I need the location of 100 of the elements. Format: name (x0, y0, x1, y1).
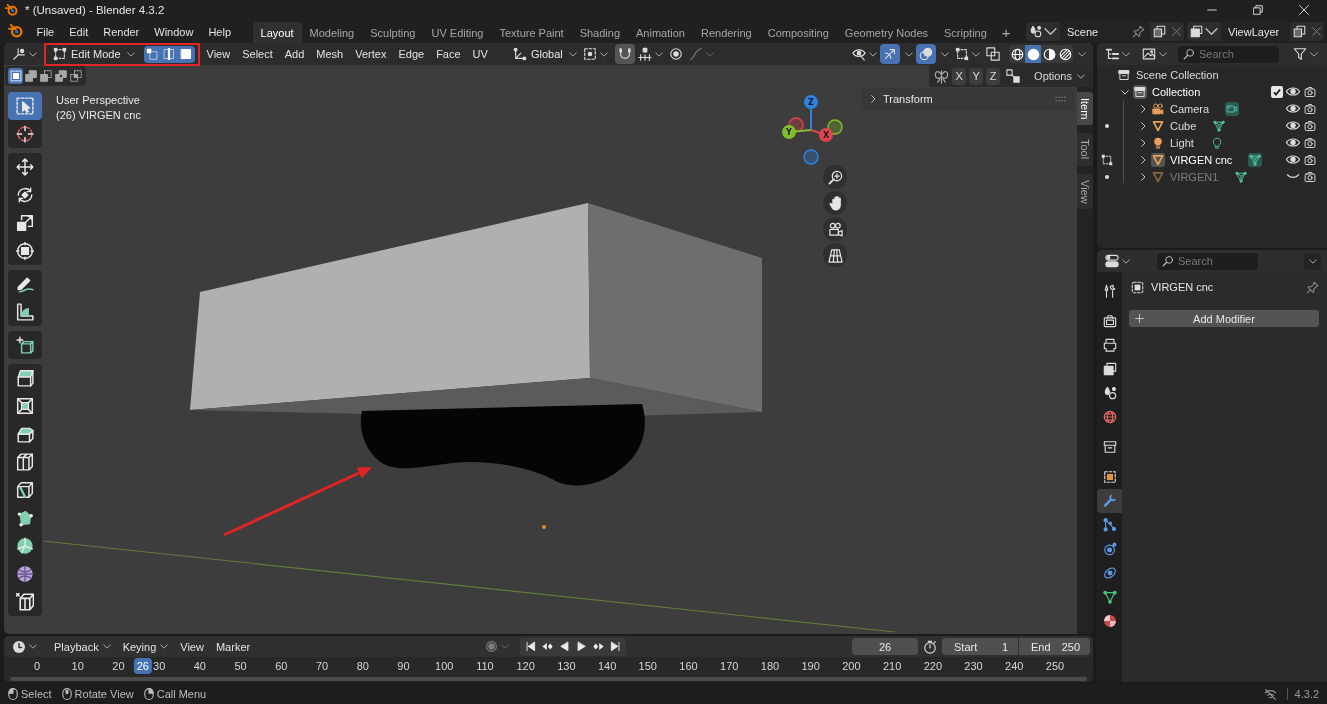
workspace-tab[interactable]: Compositing (759, 22, 837, 43)
end-frame-field[interactable]: End 250 (1019, 638, 1090, 655)
sidebar-tab[interactable]: Item (1077, 92, 1093, 126)
photo-camera-icon[interactable] (1303, 169, 1317, 184)
butterfly-icon[interactable] (934, 68, 950, 84)
eye-icon[interactable] (1286, 87, 1300, 96)
checkbox[interactable] (1271, 85, 1283, 98)
navigation-gizmo[interactable]: Z Y X (778, 93, 844, 166)
options-dropdown[interactable]: Options (1026, 66, 1090, 86)
chevron-down-icon[interactable] (1121, 87, 1129, 96)
light-bulb-icon[interactable] (1151, 135, 1165, 150)
mode-dropdown[interactable]: Edit Mode (48, 45, 140, 63)
overlay-toggle[interactable] (916, 44, 936, 64)
inverted-triangle-icon[interactable] (1151, 118, 1165, 133)
snap-toggle[interactable] (614, 44, 635, 64)
menu-item[interactable]: Render (95, 20, 147, 43)
archive-box-icon[interactable] (1117, 67, 1131, 82)
menu-item[interactable]: Mesh (310, 43, 350, 65)
eye-icon[interactable] (1286, 138, 1300, 147)
photo-camera-icon[interactable] (1303, 118, 1317, 133)
add-workspace-button[interactable]: + (994, 22, 1018, 43)
workspace-tab[interactable]: Geometry Nodes (836, 22, 936, 43)
menu-item[interactable]: View (175, 636, 209, 657)
edit-mode-icon[interactable] (1101, 153, 1113, 166)
workspace-tab[interactable]: Scripting (936, 22, 995, 43)
outliner-item[interactable]: Cube (1170, 119, 1197, 132)
negative-axis-circle-icon[interactable] (803, 149, 819, 165)
menu-item[interactable]: Face (430, 43, 467, 65)
outliner-item[interactable]: VIRGEN1 (1170, 170, 1219, 183)
axis-circle-icon[interactable] (782, 125, 796, 139)
menu-item[interactable]: File (29, 20, 62, 43)
mesh-vertices-icon[interactable] (1212, 118, 1227, 133)
eye-icon[interactable] (1286, 155, 1300, 164)
inverted-triangle-icon[interactable] (1151, 152, 1165, 167)
zoom-button[interactable] (823, 165, 847, 189)
closed-eye-icon[interactable] (1286, 172, 1300, 181)
chevron-right-icon[interactable] (1139, 104, 1147, 113)
photo-camera-icon[interactable] (1303, 101, 1317, 116)
menu-item[interactable]: Vertex (349, 43, 393, 65)
select-mode-button[interactable] (143, 45, 161, 63)
chevron-right-icon[interactable] (1139, 121, 1147, 130)
chevron-right-icon[interactable] (1139, 155, 1147, 164)
axis-toggle[interactable]: Y (969, 67, 984, 85)
menu-item[interactable]: Add (278, 43, 311, 65)
chevron-right-icon[interactable] (1139, 138, 1147, 147)
photo-camera-icon[interactable] (1303, 84, 1317, 99)
negative-axis-circle-icon[interactable] (827, 119, 843, 135)
outliner-item[interactable]: VIRGEN cnc (1170, 153, 1233, 166)
playhead-frame-label[interactable]: 26 (133, 658, 152, 674)
sidebar-tab[interactable]: Tool (1077, 133, 1093, 166)
menu-item[interactable]: View (200, 43, 237, 65)
box-select-mode-button[interactable] (8, 68, 23, 84)
menu-item[interactable]: Help (200, 20, 239, 43)
axis-circle-icon[interactable] (804, 95, 818, 109)
box-select-mode-button[interactable] (38, 68, 53, 84)
pin-icon[interactable] (1306, 280, 1319, 294)
menu-item[interactable]: Window (146, 20, 201, 43)
movie-camera-icon[interactable] (1151, 101, 1165, 116)
outliner-item[interactable]: Collection (1152, 85, 1201, 98)
scrollbar[interactable] (10, 677, 1087, 681)
box-select-mode-button[interactable] (23, 68, 38, 84)
view-layer-name-field[interactable]: ViewLayer (1221, 22, 1290, 41)
photo-camera-icon[interactable] (1303, 152, 1317, 167)
axis-toggle[interactable]: Z (986, 67, 1001, 85)
eye-icon[interactable] (1286, 104, 1300, 113)
blender-logo-icon[interactable] (8, 24, 23, 39)
mesh-vertices-icon[interactable] (1248, 152, 1263, 167)
menu-item[interactable]: Edit (61, 20, 96, 43)
xray-toggle[interactable] (983, 44, 1003, 64)
shading-mode-button[interactable] (1041, 45, 1057, 63)
archive-box-icon[interactable] (1133, 84, 1147, 99)
scene-name-field[interactable]: Scene (1060, 22, 1129, 41)
camera-icon[interactable] (1225, 101, 1240, 116)
photo-camera-icon[interactable] (1303, 135, 1317, 150)
menu-item[interactable]: Select (236, 43, 279, 65)
orientation-dropdown[interactable]: Global (509, 44, 580, 64)
add-modifier-button[interactable]: Add Modifier (1129, 310, 1319, 327)
search-field[interactable]: Search (1178, 45, 1279, 63)
mesh-vertices-icon[interactable] (1234, 169, 1249, 184)
dot-icon[interactable] (1105, 174, 1109, 179)
options-dropdown-button[interactable] (1304, 252, 1321, 270)
box-select-mode-button[interactable] (53, 68, 68, 84)
workspace-tab[interactable]: Texture Paint (491, 22, 572, 43)
search-field[interactable]: Search (1157, 252, 1258, 270)
camera-view-button[interactable] (823, 217, 847, 241)
start-frame-field[interactable]: Start 1 (942, 638, 1018, 655)
workspace-tab[interactable]: UV Editing (423, 22, 492, 43)
menu-item[interactable]: Playback (49, 636, 116, 657)
axis-toggle[interactable]: X (952, 67, 967, 85)
workspace-tab[interactable]: Shading (571, 22, 629, 43)
current-frame-field[interactable]: 26 (852, 638, 918, 655)
projection-toggle-button[interactable] (823, 243, 847, 267)
eye-icon[interactable] (1286, 121, 1300, 130)
shading-mode-button[interactable] (1009, 45, 1025, 63)
workspace-tab[interactable]: Sculpting (362, 22, 424, 43)
outliner-item[interactable]: Light (1170, 136, 1194, 149)
workspace-tab[interactable]: Modeling (301, 22, 363, 43)
menu-item[interactable]: Keying (117, 636, 174, 657)
workspace-tab[interactable]: Animation (628, 22, 693, 43)
menu-item[interactable]: UV (466, 43, 494, 65)
